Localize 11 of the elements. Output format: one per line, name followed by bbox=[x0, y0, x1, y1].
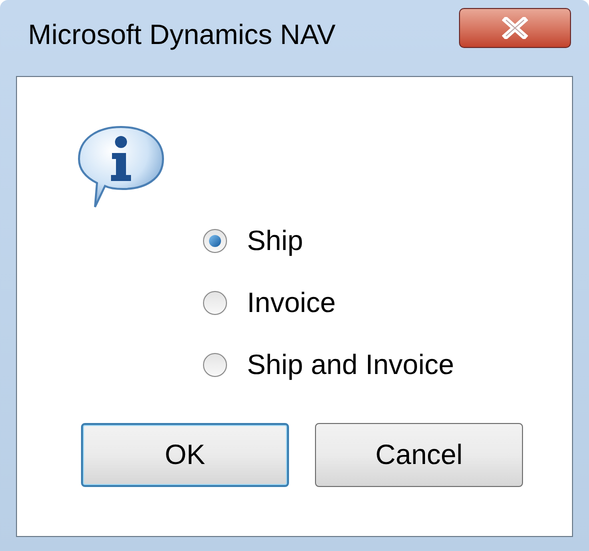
radio-button[interactable] bbox=[203, 353, 227, 377]
window-title: Microsoft Dynamics NAV bbox=[28, 18, 336, 52]
close-button[interactable] bbox=[459, 8, 571, 48]
radio-button[interactable] bbox=[203, 229, 227, 253]
close-icon bbox=[502, 17, 528, 39]
dialog-button[interactable]: OK bbox=[81, 423, 289, 487]
dialog-button[interactable]: Cancel bbox=[315, 423, 523, 487]
option-label: Ship bbox=[247, 224, 304, 258]
option-label: Invoice bbox=[247, 286, 336, 320]
option-label: Ship and Invoice bbox=[247, 348, 454, 382]
radio-button[interactable] bbox=[203, 291, 227, 315]
